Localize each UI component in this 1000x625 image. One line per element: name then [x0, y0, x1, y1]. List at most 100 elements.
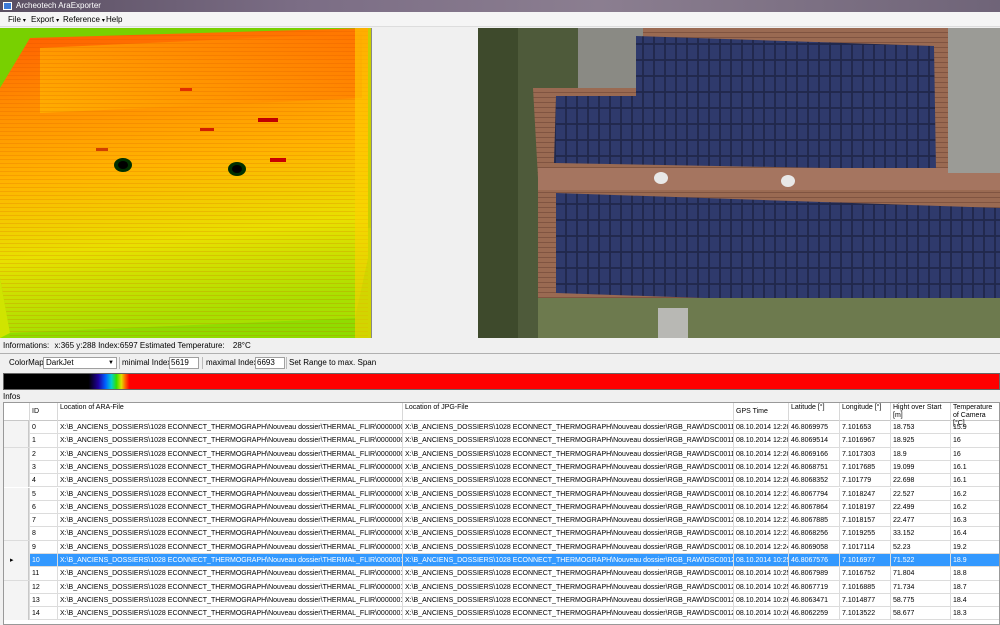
column-header-latitude[interactable]: Latitude [°] [788, 403, 839, 421]
cell-height[interactable]: 22.698 [890, 474, 950, 488]
cell-id[interactable]: 11 [29, 567, 57, 581]
cell-height[interactable]: 22.499 [890, 500, 950, 514]
cell-ara-file[interactable]: X:\B_ANCIENS_DOSSIERS\1028 ECONNECT_THER… [57, 527, 402, 541]
cell-jpg-file[interactable]: X:\B_ANCIENS_DOSSIERS\1028 ECONNECT_THER… [402, 607, 733, 621]
cell-ara-file[interactable]: X:\B_ANCIENS_DOSSIERS\1028 ECONNECT_THER… [57, 540, 402, 554]
cell-id[interactable]: 4 [29, 474, 57, 488]
splitter[interactable] [0, 353, 1000, 354]
cell-jpg-file[interactable]: X:\B_ANCIENS_DOSSIERS\1028 ECONNECT_THER… [402, 434, 733, 448]
cell-height[interactable]: 18.925 [890, 434, 950, 448]
cell-gps-time[interactable]: 08.10.2014 12:20 [733, 434, 788, 448]
cell-camera-temperature[interactable]: 18.8 [950, 567, 999, 581]
cell-latitude[interactable]: 46.8063471 [788, 593, 839, 607]
cell-height[interactable]: 58.775 [890, 593, 950, 607]
cell-jpg-file[interactable]: X:\B_ANCIENS_DOSSIERS\1028 ECONNECT_THER… [402, 474, 733, 488]
cell-jpg-file[interactable]: X:\B_ANCIENS_DOSSIERS\1028 ECONNECT_THER… [402, 554, 733, 567]
cell-height[interactable]: 22.477 [890, 514, 950, 528]
cell-longitude[interactable]: 7.1014877 [839, 593, 890, 607]
table-row[interactable]: 13 X:\B_ANCIENS_DOSSIERS\1028 ECONNECT_TH… [4, 593, 999, 608]
column-header-height[interactable]: Hight over Start [m] [890, 403, 950, 421]
cell-latitude[interactable]: 46.8068352 [788, 474, 839, 488]
table-row[interactable]: 8 X:\B_ANCIENS_DOSSIERS\1028 ECONNECT_THE… [4, 527, 999, 541]
cell-height[interactable]: 19.099 [890, 460, 950, 474]
cell-latitude[interactable]: 46.8067576 [788, 554, 839, 567]
cell-gps-time[interactable]: 08.10.2014 12:20 [733, 460, 788, 474]
column-header-id[interactable]: ID [29, 403, 57, 421]
cell-ara-file[interactable]: X:\B_ANCIENS_DOSSIERS\1028 ECONNECT_THER… [57, 447, 402, 461]
cell-latitude[interactable]: 46.8067989 [788, 567, 839, 581]
cell-ara-file[interactable]: X:\B_ANCIENS_DOSSIERS\1028 ECONNECT_THER… [57, 487, 402, 501]
cell-longitude[interactable]: 7.1017303 [839, 447, 890, 461]
cell-camera-temperature[interactable]: 18.7 [950, 580, 999, 594]
row-header[interactable] [4, 487, 29, 501]
colormap-select[interactable]: DarkJet ▼ [43, 357, 117, 369]
row-pointer-icon[interactable]: ▸ [4, 554, 29, 567]
cell-longitude[interactable]: 7.1016885 [839, 580, 890, 594]
cell-camera-temperature[interactable]: 15.9 [950, 421, 999, 434]
table-row[interactable]: 3 X:\B_ANCIENS_DOSSIERS\1028 ECONNECT_THE… [4, 460, 999, 475]
cell-latitude[interactable]: 46.8067794 [788, 487, 839, 501]
column-header-longitude[interactable]: Longitude [°] [839, 403, 890, 421]
table-row[interactable]: 12 X:\B_ANCIENS_DOSSIERS\1028 ECONNECT_TH… [4, 580, 999, 594]
cell-gps-time[interactable]: 08.10.2014 12:21 [733, 487, 788, 501]
table-row[interactable]: 1 X:\B_ANCIENS_DOSSIERS\1028 ECONNECT_THE… [4, 434, 999, 448]
cell-height[interactable]: 58.677 [890, 607, 950, 621]
row-header[interactable] [4, 500, 29, 514]
table-row[interactable]: 11 X:\B_ANCIENS_DOSSIERS\1028 ECONNECT_TH… [4, 567, 999, 581]
cell-ara-file[interactable]: X:\B_ANCIENS_DOSSIERS\1028 ECONNECT_THER… [57, 500, 402, 514]
cell-ara-file[interactable]: X:\B_ANCIENS_DOSSIERS\1028 ECONNECT_THER… [57, 554, 402, 567]
cell-longitude[interactable]: 7.1018157 [839, 514, 890, 528]
cell-jpg-file[interactable]: X:\B_ANCIENS_DOSSIERS\1028 ECONNECT_THER… [402, 567, 733, 581]
min-index-input[interactable]: 5619 [169, 357, 199, 369]
cell-jpg-file[interactable]: X:\B_ANCIENS_DOSSIERS\1028 ECONNECT_THER… [402, 593, 733, 607]
cell-ara-file[interactable]: X:\B_ANCIENS_DOSSIERS\1028 ECONNECT_THER… [57, 434, 402, 448]
cell-id[interactable]: 6 [29, 500, 57, 514]
table-row[interactable]: 4 X:\B_ANCIENS_DOSSIERS\1028 ECONNECT_THE… [4, 474, 999, 488]
row-header[interactable] [4, 447, 29, 461]
cell-gps-time[interactable]: 08.10.2014 12:21 [733, 500, 788, 514]
cell-gps-time[interactable]: 08.10.2014 12:21 [733, 527, 788, 541]
cell-latitude[interactable]: 46.8067719 [788, 580, 839, 594]
cell-id[interactable]: 0 [29, 421, 57, 434]
row-header[interactable] [4, 434, 29, 448]
cell-longitude[interactable]: 7.1016752 [839, 567, 890, 581]
column-header-jpg-file[interactable]: Location of JPG-File [402, 403, 733, 421]
row-header[interactable] [4, 474, 29, 488]
cell-id[interactable]: 5 [29, 487, 57, 501]
cell-id[interactable]: 1 [29, 434, 57, 448]
menu-export[interactable]: Export ▾ [31, 14, 59, 27]
cell-height[interactable]: 52.23 [890, 540, 950, 554]
cell-height[interactable]: 18.9 [890, 447, 950, 461]
cell-camera-temperature[interactable]: 18.4 [950, 593, 999, 607]
cell-gps-time[interactable]: 08.10.2014 12:20 [733, 474, 788, 488]
cell-camera-temperature[interactable]: 16.2 [950, 487, 999, 501]
cell-longitude[interactable]: 7.1013522 [839, 607, 890, 621]
set-range-button[interactable]: Set Range to max. Span [289, 357, 376, 369]
cell-id[interactable]: 12 [29, 580, 57, 594]
cell-id[interactable]: 14 [29, 607, 57, 621]
table-row[interactable]: ▸ 10 X:\B_ANCIENS_DOSSIERS\1028 ECONNECT_T… [4, 554, 999, 568]
cell-ara-file[interactable]: X:\B_ANCIENS_DOSSIERS\1028 ECONNECT_THER… [57, 607, 402, 621]
cell-height[interactable]: 71.804 [890, 567, 950, 581]
cell-height[interactable]: 22.527 [890, 487, 950, 501]
cell-jpg-file[interactable]: X:\B_ANCIENS_DOSSIERS\1028 ECONNECT_THER… [402, 421, 733, 434]
cell-height[interactable]: 71.734 [890, 580, 950, 594]
cell-height[interactable]: 18.753 [890, 421, 950, 434]
cell-longitude[interactable]: 7.1016967 [839, 434, 890, 448]
cell-id[interactable]: 2 [29, 447, 57, 461]
cell-gps-time[interactable]: 08.10.2014 12:20 [733, 421, 788, 434]
cell-longitude[interactable]: 7.101653 [839, 421, 890, 434]
table-row[interactable]: 9 X:\B_ANCIENS_DOSSIERS\1028 ECONNECT_THE… [4, 540, 999, 554]
row-header[interactable] [4, 540, 29, 554]
cell-latitude[interactable]: 46.8068256 [788, 527, 839, 541]
cell-ara-file[interactable]: X:\B_ANCIENS_DOSSIERS\1028 ECONNECT_THER… [57, 567, 402, 581]
cell-id[interactable]: 9 [29, 540, 57, 554]
cell-jpg-file[interactable]: X:\B_ANCIENS_DOSSIERS\1028 ECONNECT_THER… [402, 447, 733, 461]
cell-camera-temperature[interactable]: 18.9 [950, 554, 999, 567]
cell-camera-temperature[interactable]: 16 [950, 447, 999, 461]
thermal-image[interactable] [0, 28, 372, 338]
cell-gps-time[interactable]: 08.10.2014 12:24 [733, 540, 788, 554]
cell-jpg-file[interactable]: X:\B_ANCIENS_DOSSIERS\1028 ECONNECT_THER… [402, 540, 733, 554]
cell-latitude[interactable]: 46.8062259 [788, 607, 839, 621]
cell-jpg-file[interactable]: X:\B_ANCIENS_DOSSIERS\1028 ECONNECT_THER… [402, 527, 733, 541]
